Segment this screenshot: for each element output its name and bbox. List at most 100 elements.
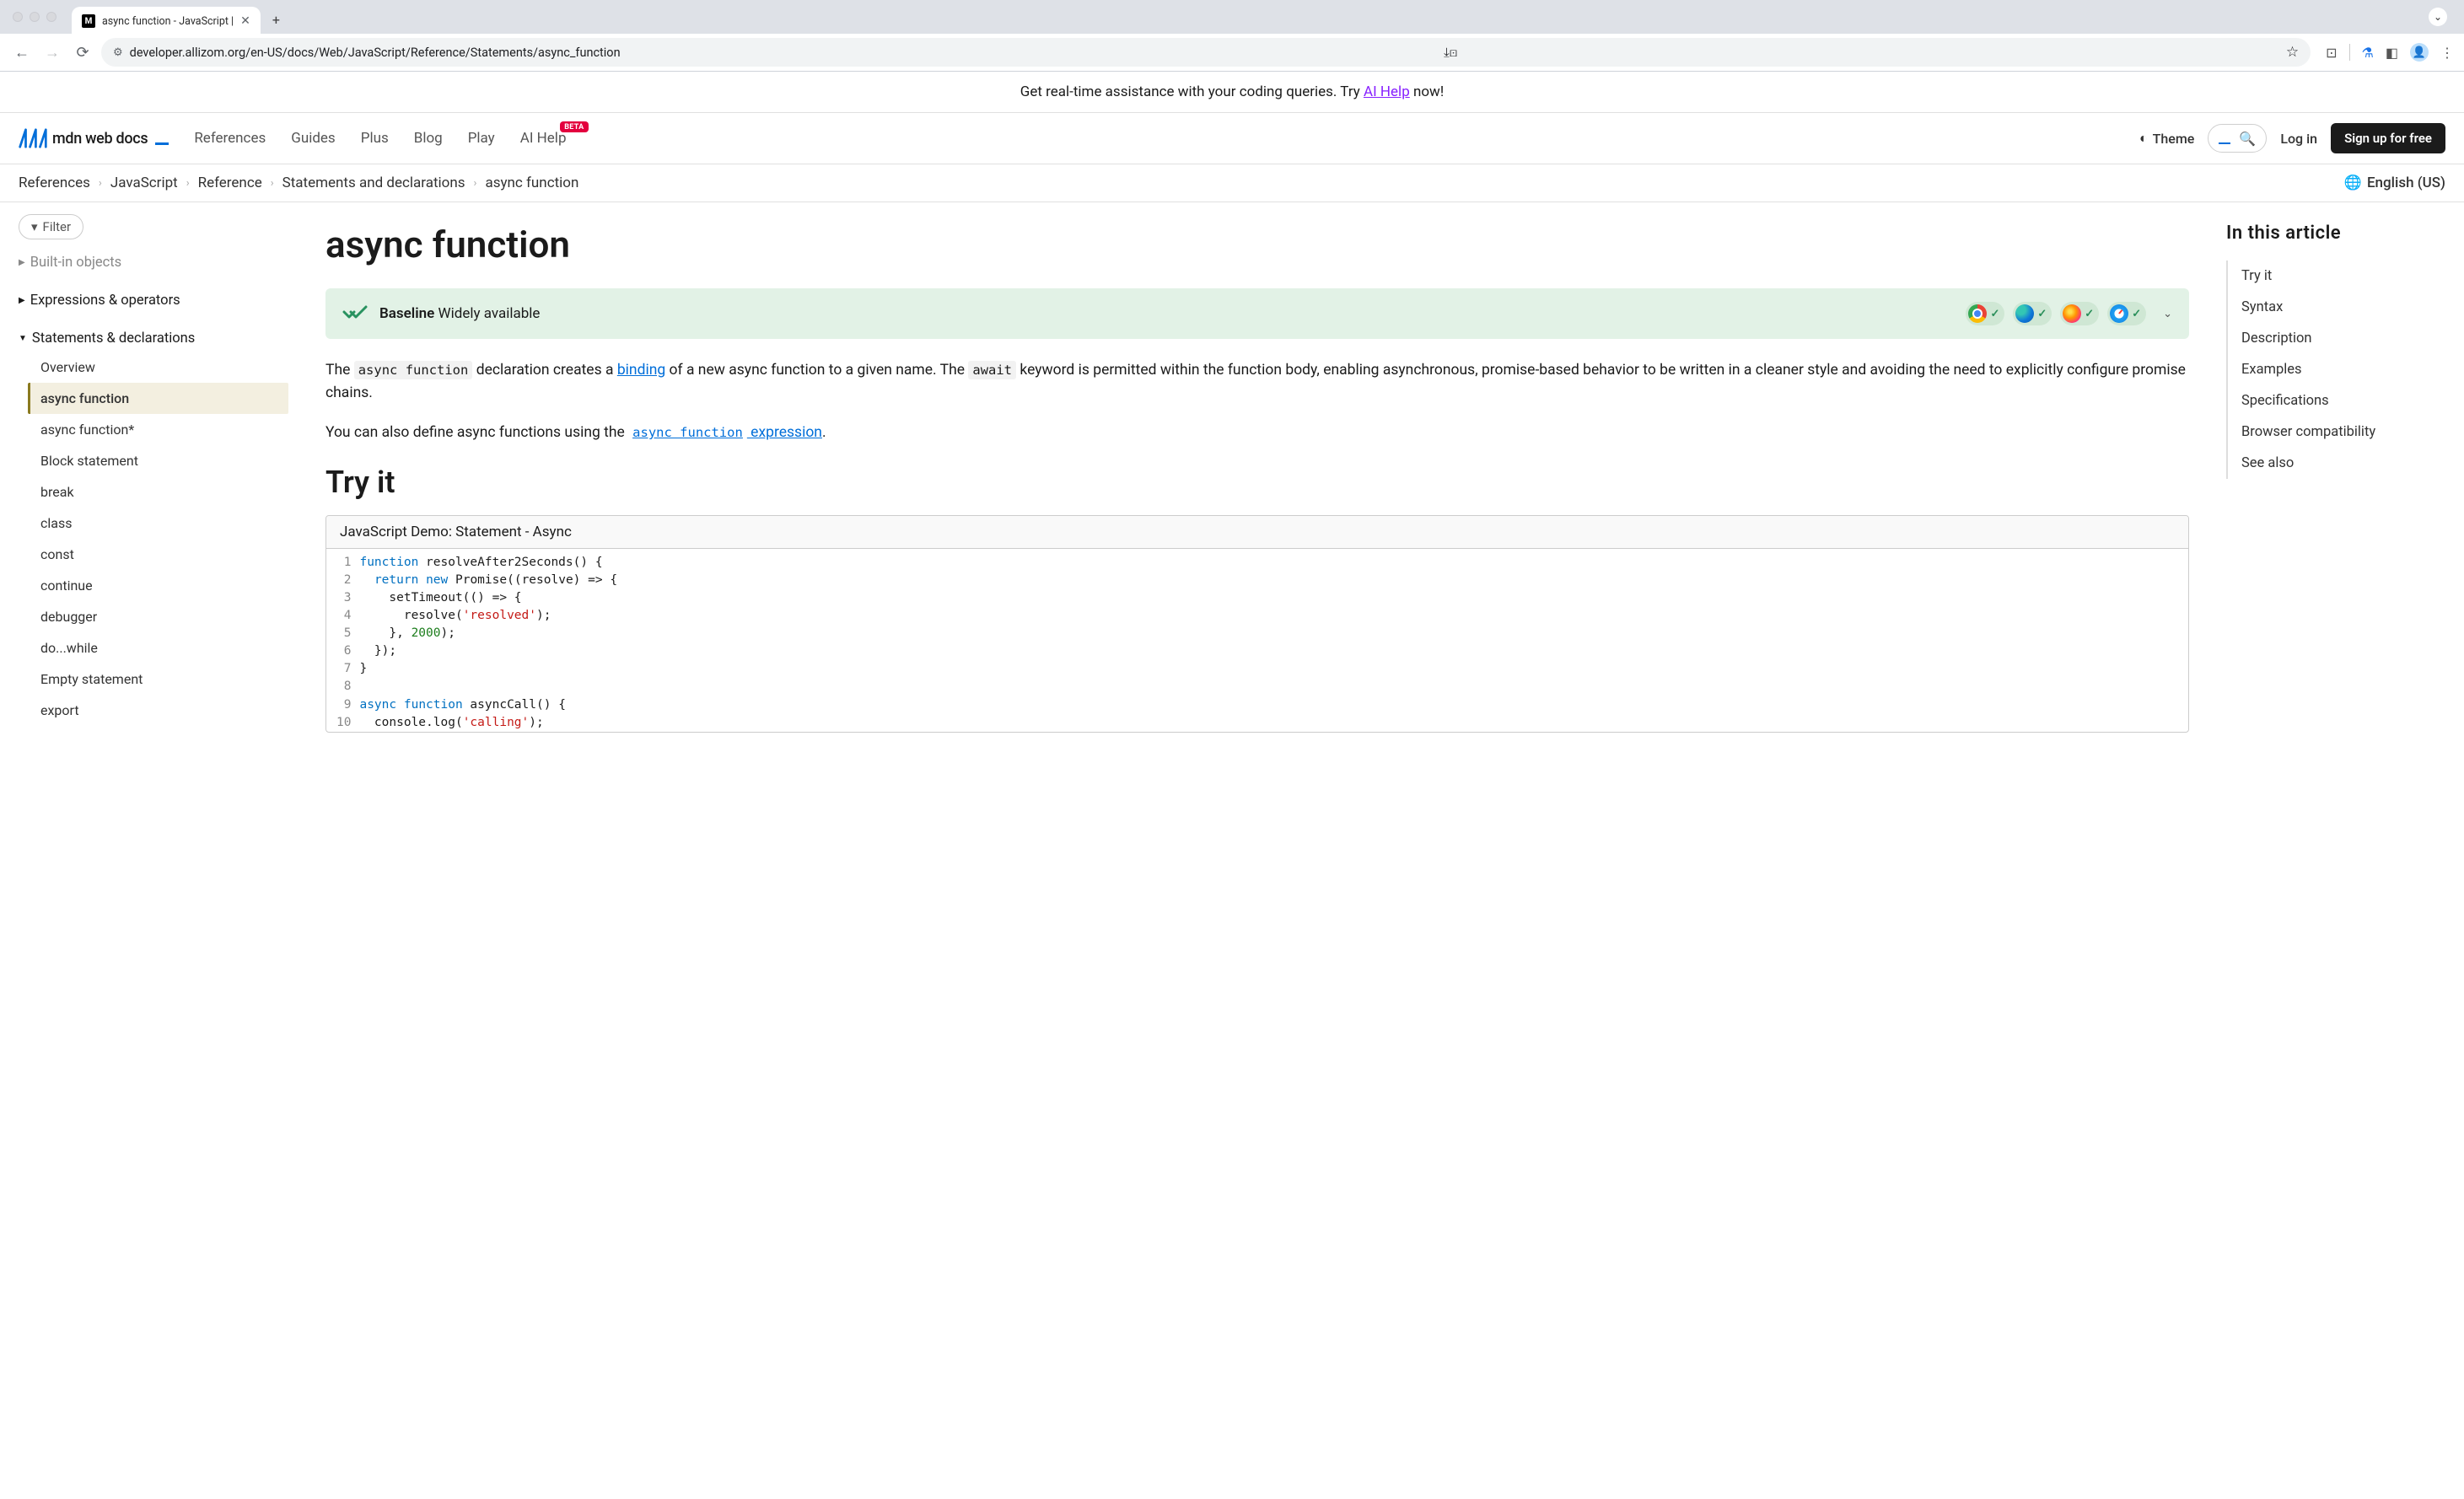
page-title: async function bbox=[325, 223, 2189, 266]
toc-item[interactable]: Browser compatibility bbox=[2241, 416, 2445, 448]
toc-item[interactable]: Syntax bbox=[2241, 292, 2445, 323]
baseline-banner[interactable]: Baseline Widely available ✓ ✓ ✓ ✓ ⌄ bbox=[325, 288, 2189, 339]
browser-chrome-pill: ✓ bbox=[1966, 302, 2004, 325]
sidebar-item[interactable]: export bbox=[30, 695, 288, 726]
baseline-text: Baseline Widely available bbox=[379, 305, 540, 322]
sidebar-item[interactable]: do...while bbox=[30, 632, 288, 664]
sidebar-list: Overview async function async function* … bbox=[19, 352, 288, 726]
search-button[interactable]: 🔍 bbox=[2208, 124, 2267, 153]
profile-avatar[interactable]: 👤 bbox=[2410, 43, 2429, 62]
forward-button[interactable]: → bbox=[40, 40, 64, 64]
line-gutter: 12345678910 bbox=[326, 554, 359, 731]
traffic-close[interactable] bbox=[13, 12, 23, 22]
safari-icon bbox=[2110, 304, 2128, 323]
inline-code: await bbox=[968, 361, 1016, 379]
link-async-expression[interactable]: async function expression bbox=[628, 424, 822, 441]
nav-references[interactable]: References bbox=[194, 130, 266, 147]
inline-code: async function bbox=[354, 361, 473, 379]
code-editor[interactable]: 12345678910 function resolveAfter2Second… bbox=[326, 549, 2188, 731]
extensions-icon[interactable]: ⊡ bbox=[2326, 45, 2337, 61]
text: . bbox=[822, 424, 826, 441]
toc-heading: In this article bbox=[2226, 223, 2445, 244]
signup-button[interactable]: Sign up for free bbox=[2331, 123, 2445, 153]
install-app-icon[interactable]: ⤓⊡ bbox=[1444, 45, 1457, 60]
tabs-dropdown-icon[interactable]: ⌄ bbox=[2429, 8, 2447, 26]
nav-aihelp[interactable]: AI HelpBETA bbox=[520, 130, 567, 147]
crumb-javascript[interactable]: JavaScript bbox=[110, 175, 178, 191]
text: The bbox=[325, 362, 354, 379]
crumb-reference[interactable]: Reference bbox=[198, 175, 262, 191]
intro-paragraph-1: The async function declaration creates a… bbox=[325, 359, 2189, 405]
bookmark-icon[interactable]: ☆ bbox=[2286, 44, 2299, 61]
mdn-logo[interactable]: mdn web docs bbox=[19, 128, 169, 148]
sidebar-group-builtin[interactable]: ▶Built-in objects bbox=[19, 250, 288, 276]
browser-chrome: M async function - JavaScript | ✕ + ⌄ ← … bbox=[0, 0, 2464, 72]
site-info-icon[interactable]: ⚙ bbox=[113, 46, 121, 59]
nav-plus[interactable]: Plus bbox=[361, 130, 389, 147]
sidebar-item[interactable]: Empty statement bbox=[30, 664, 288, 695]
firefox-icon bbox=[2063, 304, 2081, 323]
intro-paragraph-2: You can also define async functions usin… bbox=[325, 422, 2189, 444]
sidebar-item[interactable]: Block statement bbox=[30, 445, 288, 476]
language-label: English (US) bbox=[2367, 175, 2445, 191]
login-link[interactable]: Log in bbox=[2280, 131, 2317, 147]
link-binding[interactable]: binding bbox=[617, 362, 665, 379]
sidepanel-icon[interactable]: ◧ bbox=[2386, 45, 2398, 61]
sidebar-item[interactable]: const bbox=[30, 539, 288, 570]
toc-item[interactable]: Specifications bbox=[2241, 385, 2445, 416]
language-switch[interactable]: 🌐 English (US) bbox=[2344, 175, 2445, 191]
toc-item[interactable]: Description bbox=[2241, 323, 2445, 354]
crumb-references[interactable]: References bbox=[19, 175, 90, 191]
sidebar-item[interactable]: continue bbox=[30, 570, 288, 601]
chevron-right-icon: › bbox=[271, 177, 274, 190]
nav-blog[interactable]: Blog bbox=[414, 130, 443, 147]
labs-icon[interactable]: ⚗ bbox=[2362, 45, 2374, 61]
check-icon: ✓ bbox=[1990, 308, 1999, 320]
crumb-statements[interactable]: Statements and declarations bbox=[282, 175, 465, 191]
sidebar-item[interactable]: async function* bbox=[30, 414, 288, 445]
back-button[interactable]: ← bbox=[10, 40, 34, 64]
chevron-down-icon[interactable]: ⌄ bbox=[2163, 308, 2172, 320]
promo-link[interactable]: AI Help bbox=[1364, 83, 1410, 100]
sidebar-item[interactable]: debugger bbox=[30, 601, 288, 632]
nav-links: References Guides Plus Blog Play AI Help… bbox=[194, 130, 566, 147]
traffic-min[interactable] bbox=[30, 12, 40, 22]
globe-icon: 🌐 bbox=[2344, 175, 2362, 191]
reload-button[interactable]: ⟳ bbox=[71, 40, 94, 64]
sidebar-group-expressions[interactable]: ▶Expressions & operators bbox=[19, 287, 288, 314]
check-icon: ✓ bbox=[2037, 308, 2047, 320]
text: of a new async function to a given name.… bbox=[665, 362, 968, 379]
baseline-browsers: ✓ ✓ ✓ ✓ ⌄ bbox=[1966, 302, 2172, 325]
top-nav: mdn web docs References Guides Plus Blog… bbox=[0, 113, 2464, 164]
heading-try-it: Try it bbox=[325, 465, 2189, 500]
chevron-right-icon: › bbox=[474, 177, 477, 190]
favicon-icon: M bbox=[82, 14, 95, 28]
tab-close-icon[interactable]: ✕ bbox=[240, 14, 250, 28]
text: expression bbox=[747, 424, 822, 441]
chevron-right-icon: › bbox=[99, 177, 102, 190]
theme-toggle[interactable]: ◐ Theme bbox=[2139, 130, 2194, 147]
browser-tab[interactable]: M async function - JavaScript | ✕ bbox=[72, 7, 261, 35]
promo-banner: Get real-time assistance with your codin… bbox=[0, 72, 2464, 113]
sidebar-item-active[interactable]: async function bbox=[28, 383, 288, 414]
address-bar[interactable]: ⚙ developer.allizom.org/en-US/docs/Web/J… bbox=[101, 38, 2311, 67]
menu-icon[interactable]: ⋮ bbox=[2440, 45, 2454, 61]
browser-edge-pill: ✓ bbox=[2013, 302, 2052, 325]
toc-item[interactable]: See also bbox=[2241, 448, 2445, 479]
traffic-max[interactable] bbox=[46, 12, 56, 22]
tab-title: async function - JavaScript | bbox=[102, 15, 234, 28]
sidebar-item[interactable]: class bbox=[30, 508, 288, 539]
toc-item[interactable]: Examples bbox=[2241, 354, 2445, 385]
sidebar-group-statements[interactable]: ▼Statements & declarations bbox=[19, 325, 288, 352]
toc: In this article Try it Syntax Descriptio… bbox=[2226, 214, 2445, 738]
new-tab-button[interactable]: + bbox=[272, 12, 280, 28]
toc-item[interactable]: Try it bbox=[2241, 261, 2445, 292]
sidebar-item[interactable]: Overview bbox=[30, 352, 288, 383]
filter-label: Filter bbox=[43, 219, 72, 234]
nav-play[interactable]: Play bbox=[468, 130, 495, 147]
search-cursor-icon bbox=[2219, 142, 2230, 145]
sidebar-filter[interactable]: ▾ Filter bbox=[19, 214, 83, 239]
nav-guides[interactable]: Guides bbox=[291, 130, 335, 147]
logo-cursor-icon bbox=[155, 142, 169, 145]
sidebar-item[interactable]: break bbox=[30, 476, 288, 508]
